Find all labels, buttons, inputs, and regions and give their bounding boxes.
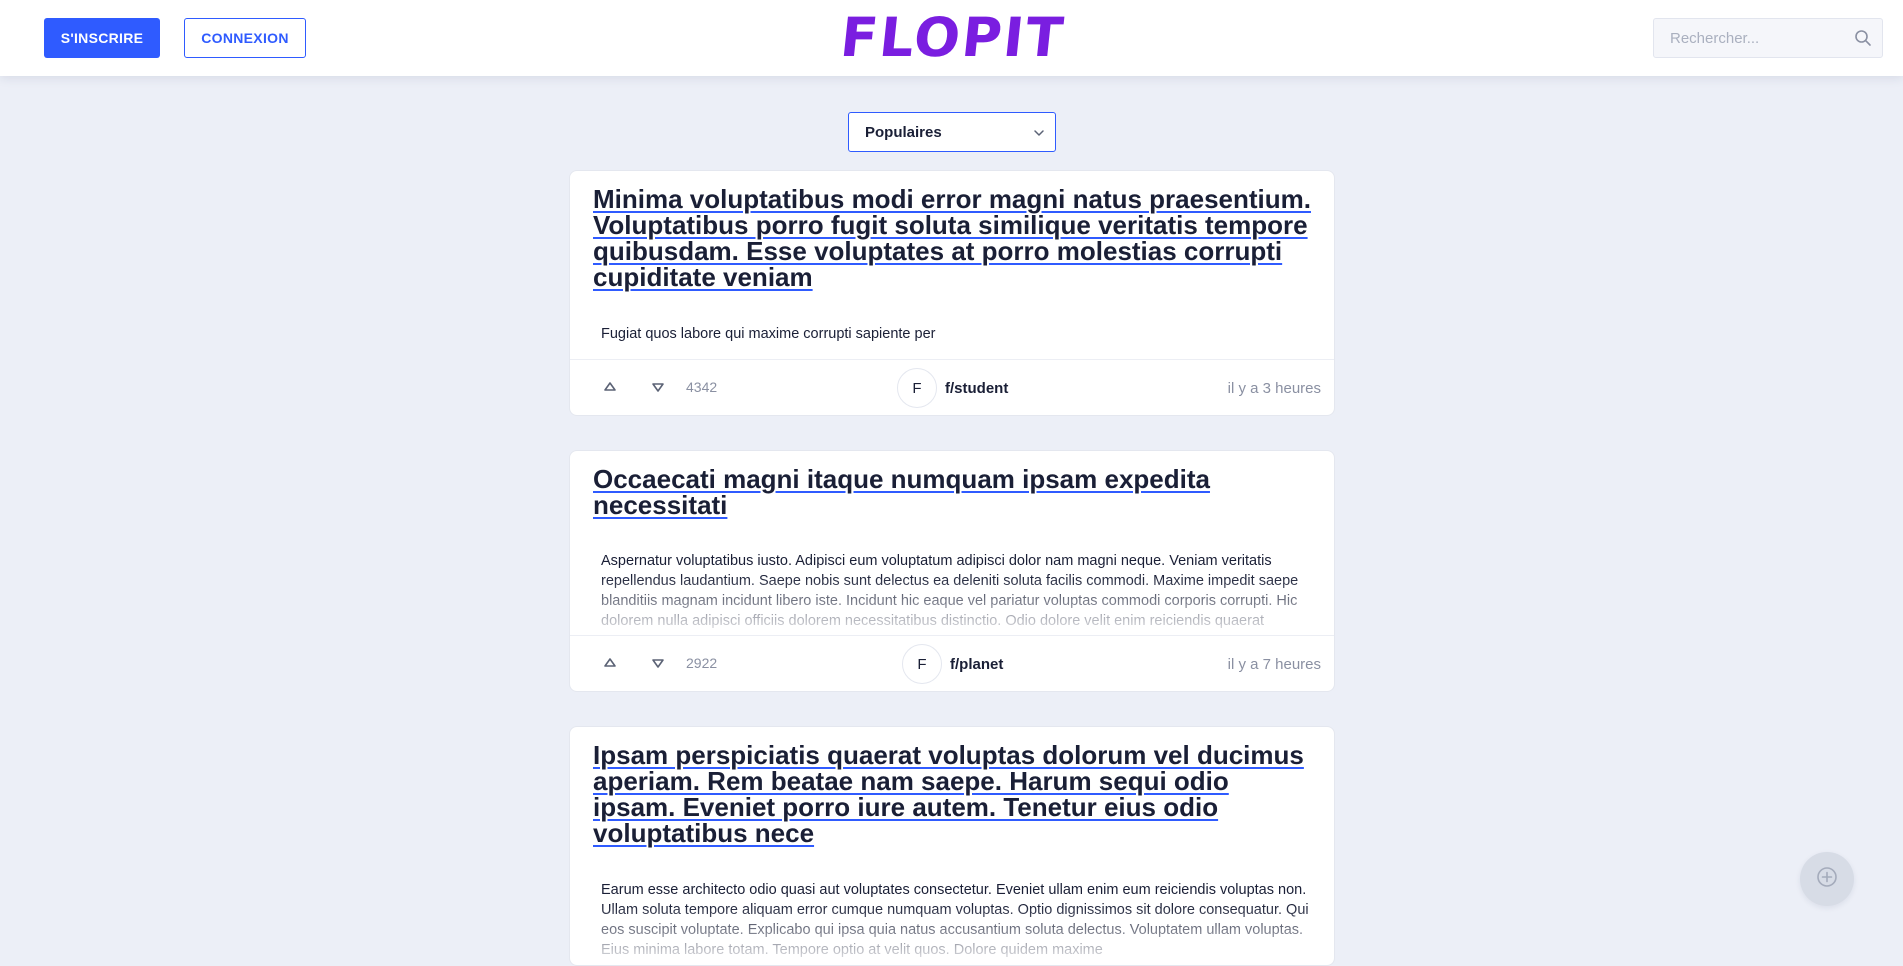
post-title[interactable]: Ipsam perspiciatis quaerat voluptas dolo…: [593, 742, 1315, 846]
community-name: f/planet: [950, 655, 1004, 673]
search-input[interactable]: [1654, 19, 1844, 57]
flopit-logo[interactable]: FLOPIT: [830, 6, 1074, 70]
sort-selected-value: Populaires: [865, 123, 942, 141]
signup-button[interactable]: S'INSCRIRE: [44, 18, 160, 58]
post-footer: 2922 F f/planet il y a 7 heures: [570, 635, 1334, 691]
post-timestamp: il y a 3 heures: [1227, 380, 1321, 397]
plus-circle-icon: [1815, 865, 1839, 894]
logo-graphic: FLOPIT: [838, 6, 1068, 69]
post-footer: 4342 F f/student il y a 3 heures: [570, 359, 1334, 415]
post-title[interactable]: Minima voluptatibus modi error magni nat…: [593, 186, 1315, 290]
sort-select[interactable]: Populaires: [848, 112, 1056, 152]
search-icon[interactable]: [1854, 29, 1872, 47]
community-name: f/student: [945, 379, 1009, 397]
community-avatar: F: [902, 644, 942, 684]
community-link[interactable]: F f/planet: [902, 644, 1003, 684]
chevron-down-icon: [1033, 126, 1045, 138]
top-bar: S'INSCRIRE CONNEXION FLOPIT: [0, 0, 1903, 76]
post-body: Aspernatur voluptatibus iusto. Adipisci …: [601, 553, 1299, 629]
create-post-button[interactable]: [1800, 852, 1854, 906]
post-card: Ipsam perspiciatis quaerat voluptas dolo…: [569, 726, 1335, 966]
vote-score: 2922: [686, 655, 718, 671]
login-button[interactable]: CONNEXION: [184, 18, 306, 58]
post-title[interactable]: Occaecati magni itaque numquam ipsam exp…: [593, 466, 1315, 518]
upvote-icon[interactable]: [602, 655, 618, 671]
upvote-icon[interactable]: [602, 379, 618, 395]
post-card: Minima voluptatibus modi error magni nat…: [569, 170, 1335, 416]
post-body: Earum esse architecto odio quasi aut vol…: [601, 882, 1309, 958]
post-card: Occaecati magni itaque numquam ipsam exp…: [569, 450, 1335, 692]
post-body: Fugiat quos labore qui maxime corrupti s…: [601, 326, 936, 342]
downvote-icon[interactable]: [650, 379, 666, 395]
post-timestamp: il y a 7 heures: [1227, 656, 1321, 673]
search-box: [1653, 18, 1883, 58]
community-link[interactable]: F f/student: [897, 368, 1008, 408]
community-avatar: F: [897, 368, 937, 408]
logo-text: FLOPIT: [838, 6, 1068, 69]
vote-score: 4342: [686, 379, 718, 395]
downvote-icon[interactable]: [650, 655, 666, 671]
